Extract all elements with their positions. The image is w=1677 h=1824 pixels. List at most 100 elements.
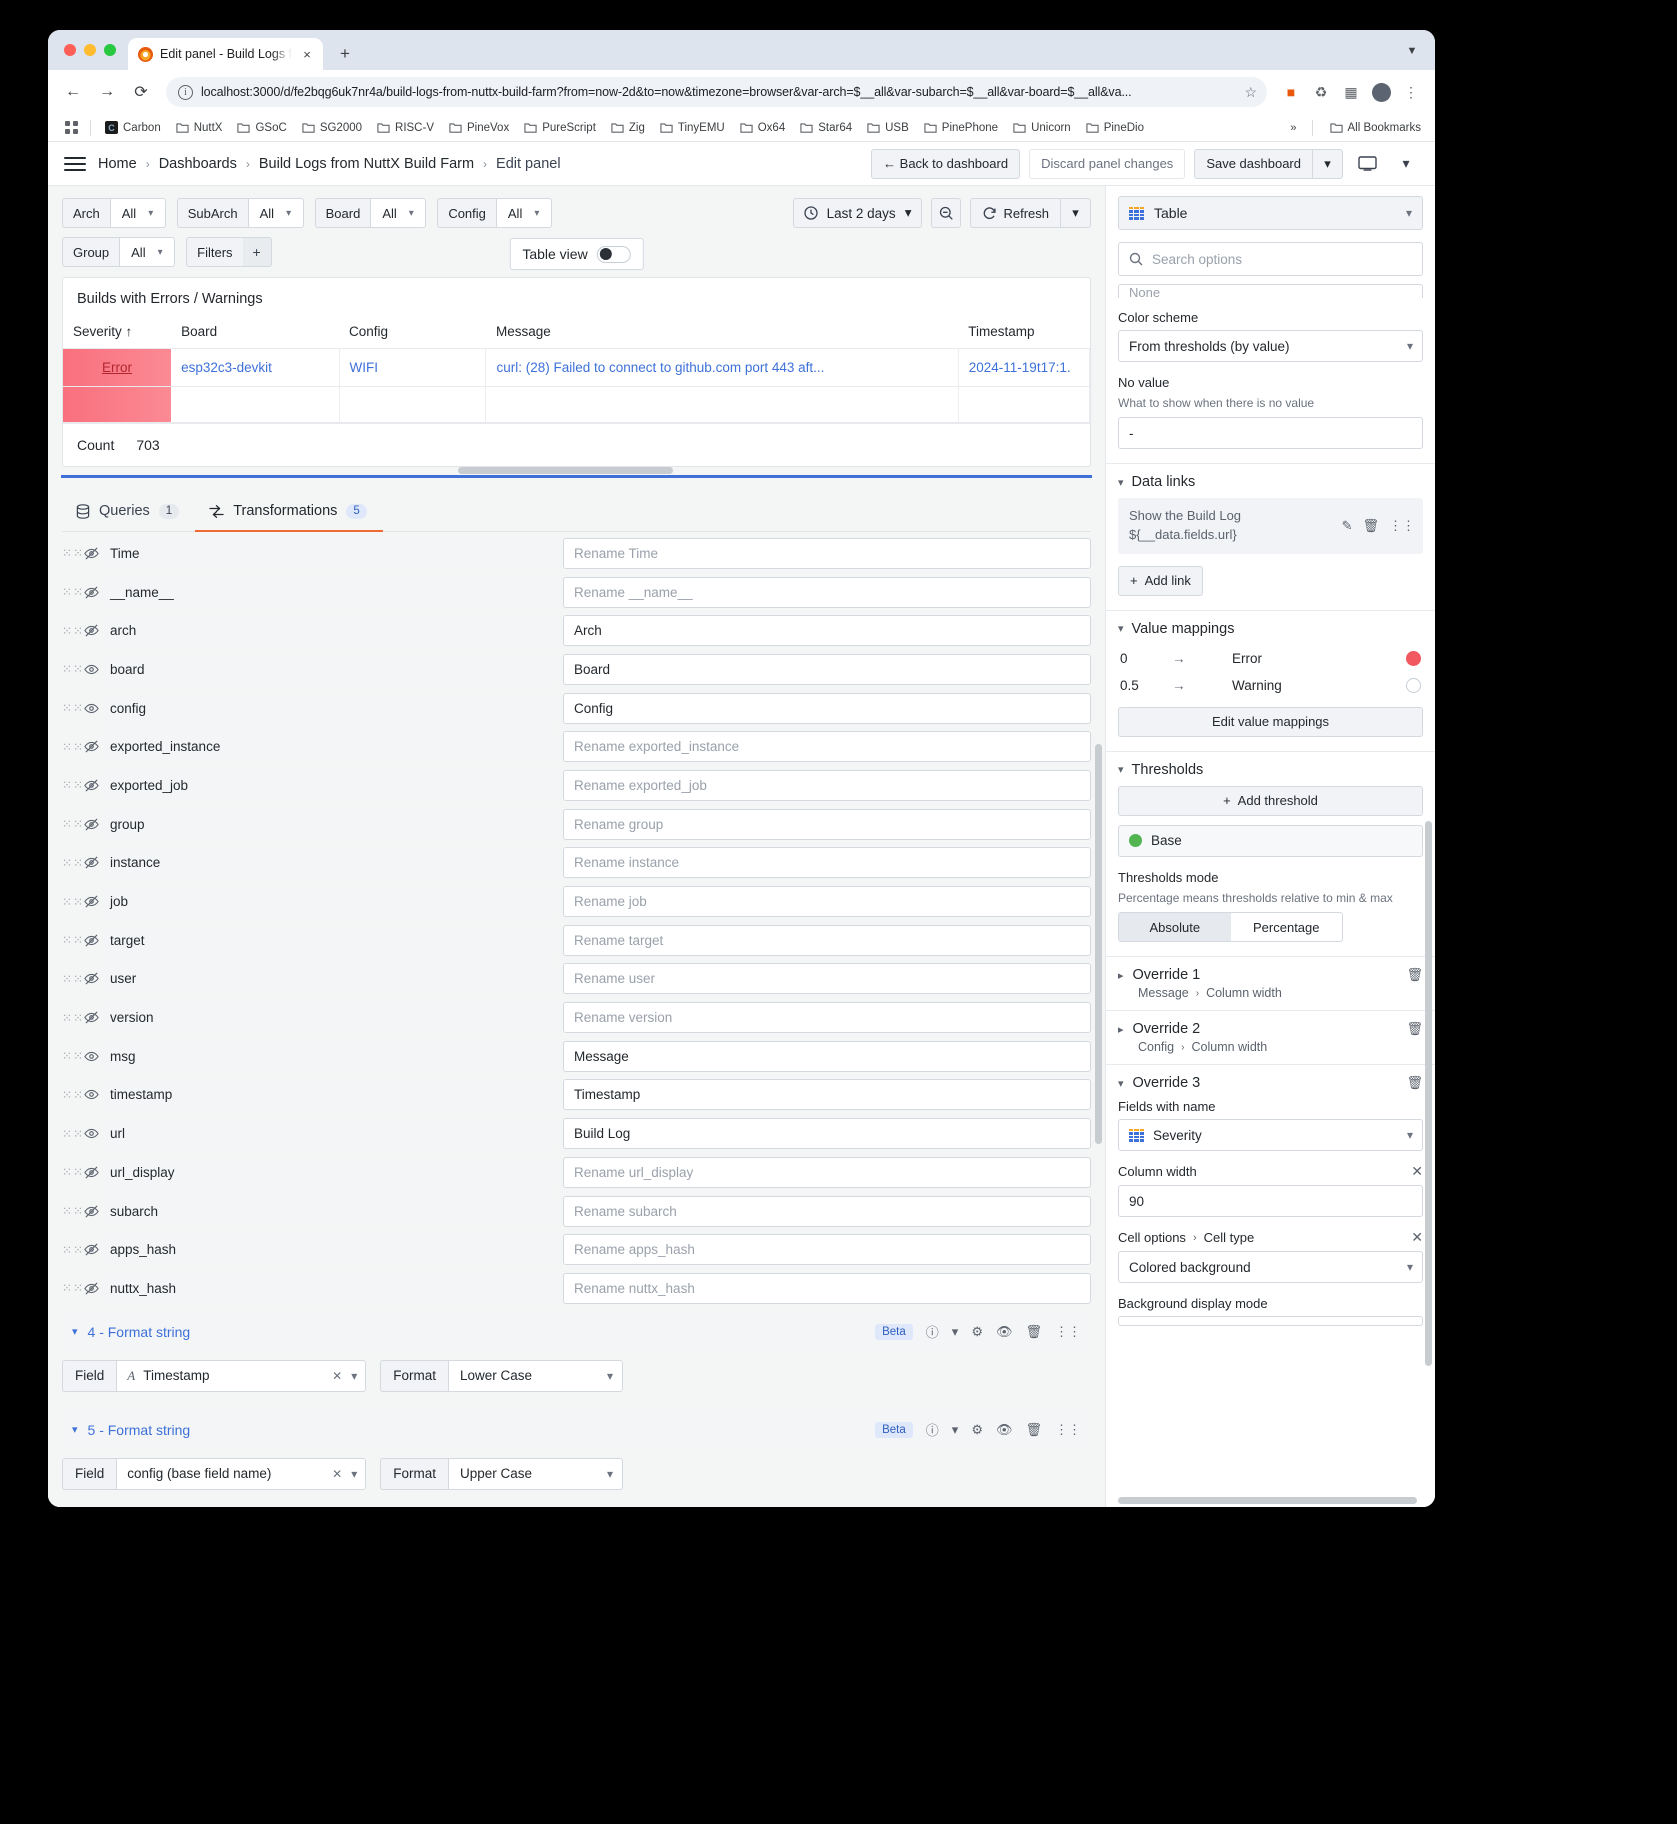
data-link-item[interactable]: Show the Build Log ${__data.fields.url} …	[1118, 498, 1423, 554]
field-rename-input[interactable]: Config	[563, 692, 1091, 724]
organize-field-row[interactable]: ⁙⁙ target Rename target	[48, 921, 1105, 960]
chevron-down-icon[interactable]: ▾	[1407, 339, 1413, 353]
organize-field-row[interactable]: ⁙⁙ Time Rename Time	[48, 534, 1105, 573]
apps-grid-icon[interactable]	[60, 117, 82, 139]
chevron-down-icon[interactable]: ▾	[1118, 763, 1124, 776]
drag-handle-icon[interactable]: ⋮⋮	[1055, 1324, 1081, 1340]
column-header-timestamp[interactable]: Timestamp	[958, 317, 1090, 349]
color-scheme-select[interactable]: From thresholds (by value) ▾	[1118, 330, 1423, 362]
drag-handle-icon[interactable]: ⁙⁙	[62, 1244, 84, 1256]
bookmark-item[interactable]: USB	[861, 119, 915, 136]
bookmark-item[interactable]: C Carbon	[99, 119, 167, 136]
field-rename-input[interactable]: Rename job	[563, 886, 1091, 918]
organize-field-row[interactable]: ⁙⁙ subarch Rename subarch	[48, 1192, 1105, 1231]
override-3-header[interactable]: ▾ Override 3 🗑	[1118, 1075, 1423, 1091]
chevron-down-icon[interactable]: ▾	[1118, 476, 1124, 489]
fields-with-name-select[interactable]: Severity ▾	[1118, 1119, 1423, 1152]
field-rename-input[interactable]: Rename exported_instance	[563, 731, 1091, 763]
address-bar[interactable]: i localhost:3000/d/fe2bqg6uk7nr4a/build-…	[166, 77, 1267, 107]
edit-icon[interactable]: ✎	[1342, 518, 1353, 534]
field-rename-input[interactable]: Arch	[563, 615, 1091, 647]
drag-handle-icon[interactable]: ⁙⁙	[62, 1089, 84, 1101]
organize-field-row[interactable]: ⁙⁙ instance Rename instance	[48, 844, 1105, 883]
cell-board[interactable]: esp32c3-devkit	[171, 348, 340, 387]
field-rename-input[interactable]: Rename url_display	[563, 1156, 1091, 1188]
panel-horizontal-scrollbar[interactable]	[63, 465, 1090, 475]
override-1-header[interactable]: ▸ Override 1 🗑	[1118, 967, 1423, 983]
transformation-header[interactable]: ▾ 4 - Format string Beta ⓘ ▾ ⚙ 👁 🗑 ⋮⋮	[62, 1313, 1091, 1350]
edit-value-mappings-button[interactable]: Edit value mappings	[1118, 706, 1423, 737]
transformations-scrollbar[interactable]	[1095, 744, 1102, 1144]
organize-field-row[interactable]: ⁙⁙ exported_instance Rename exported_insta…	[48, 727, 1105, 766]
transformation-header[interactable]: ▾ 5 - Format string Beta ⓘ ▾ ⚙ 👁 🗑 ⋮⋮	[62, 1411, 1091, 1448]
column-header-config[interactable]: Config	[339, 317, 486, 349]
thresholds-mode-absolute[interactable]: Absolute	[1119, 913, 1231, 942]
close-tab-icon[interactable]: ×	[299, 46, 315, 62]
chevron-down-icon[interactable]: ▾	[1407, 1260, 1413, 1274]
chevron-down-icon[interactable]: ▾	[593, 1369, 613, 1383]
visibility-icon[interactable]: 👁	[996, 1422, 1013, 1438]
clear-icon[interactable]: ✕	[332, 1467, 342, 1481]
table-view-switch[interactable]	[596, 245, 631, 263]
value-mapping-row[interactable]: 0.5 → Warning	[1118, 672, 1423, 699]
tab-queries[interactable]: Queries 1	[62, 493, 195, 531]
visibility-icon[interactable]: 👁	[996, 1324, 1013, 1340]
refresh-interval-chevron-icon[interactable]: ▾	[1061, 198, 1091, 228]
field-select[interactable]: config (base field name) ✕ ▾	[116, 1457, 367, 1490]
add-link-button[interactable]: + Add link	[1118, 565, 1203, 596]
organize-field-row[interactable]: ⁙⁙ version Rename version	[48, 998, 1105, 1037]
drag-handle-icon[interactable]: ⋮⋮	[1055, 1422, 1081, 1438]
chevron-down-icon[interactable]: ▾	[1406, 206, 1412, 220]
bookmarks-overflow-icon[interactable]: »	[1286, 122, 1300, 134]
tab-transformations[interactable]: Transformations 5	[195, 493, 383, 532]
back-icon[interactable]: ←	[58, 77, 88, 107]
field-rename-input[interactable]: Rename version	[563, 1002, 1091, 1034]
maximize-window-button[interactable]	[104, 44, 116, 56]
cell-message[interactable]: curl: (28) Failed to connect to github.c…	[485, 348, 959, 387]
drag-handle-icon[interactable]: ⁙⁙	[62, 1205, 84, 1217]
drag-handle-icon[interactable]: ⁙⁙	[62, 1050, 84, 1062]
chevron-down-icon[interactable]: ▾	[1118, 1077, 1124, 1090]
debug-icon[interactable]: ⚙	[971, 1422, 983, 1438]
bookmark-item[interactable]: Ox64	[734, 119, 792, 136]
filters-control[interactable]: Filters +	[186, 237, 272, 267]
bookmark-item[interactable]: Unicorn	[1007, 119, 1077, 136]
chevron-down-icon[interactable]: ▾	[1118, 622, 1124, 635]
variable-subarch[interactable]: SubArch All ▾	[176, 198, 304, 228]
bookmark-item[interactable]: GSoC	[231, 119, 292, 136]
organize-field-row[interactable]: ⁙⁙ arch Arch	[48, 611, 1105, 650]
variable-board[interactable]: Board All ▾	[314, 198, 427, 228]
format-select[interactable]: Lower Case ▾	[448, 1359, 624, 1392]
value-mapping-color-swatch[interactable]	[1406, 677, 1421, 693]
sync-icon[interactable]: ♻	[1307, 78, 1335, 106]
organize-field-row[interactable]: ⁙⁙ timestamp Timestamp	[48, 1076, 1105, 1115]
filter-icon[interactable]: ▾	[952, 1422, 959, 1438]
back-to-dashboard-button[interactable]: ← Back to dashboard	[871, 148, 1021, 179]
bookmark-item[interactable]: Star64	[794, 119, 858, 136]
field-rename-input[interactable]: Timestamp	[563, 1079, 1091, 1111]
remove-property-icon[interactable]: ✕	[1411, 1229, 1423, 1246]
field-rename-input[interactable]: Rename nuttx_hash	[563, 1272, 1091, 1304]
thresholds-mode-percentage[interactable]: Percentage	[1231, 913, 1343, 941]
transformations-scroll-area[interactable]: ⁙⁙ Time Rename Time ⁙⁙ __name__ Rename __name…	[48, 534, 1105, 1507]
tab-list-chevron-icon[interactable]: ▼	[1399, 38, 1425, 64]
delete-icon[interactable]: 🗑	[1025, 1324, 1042, 1340]
drag-handle-icon[interactable]: ⁙⁙	[62, 973, 84, 985]
field-select[interactable]: A Timestamp ✕ ▾	[116, 1359, 367, 1392]
organize-field-row[interactable]: ⁙⁙ msg Message	[48, 1037, 1105, 1076]
chevron-down-icon[interactable]: ▾	[351, 1467, 357, 1481]
more-options-chevron-icon[interactable]: ▾	[1391, 149, 1421, 179]
organize-field-row[interactable]: ⁙⁙ apps_hash Rename apps_hash	[48, 1230, 1105, 1269]
zoom-out-time-range-button[interactable]	[931, 198, 962, 228]
organize-field-row[interactable]: ⁙⁙ __name__ Rename __name__	[48, 573, 1105, 612]
table-view-toggle[interactable]: Table view	[509, 238, 644, 270]
bookmark-item[interactable]: NuttX	[170, 119, 229, 136]
search-options-input[interactable]: Search options	[1118, 242, 1423, 276]
add-filter-button[interactable]: +	[242, 237, 272, 267]
debug-icon[interactable]: ⚙	[971, 1324, 983, 1340]
options-scroll-area[interactable]: None Color scheme From thresholds (by va…	[1106, 276, 1435, 1507]
chevron-down-icon[interactable]: ▾	[593, 1467, 613, 1481]
bookmark-item[interactable]: TinyEMU	[654, 119, 731, 136]
panel-resize-handle[interactable]	[61, 475, 1092, 478]
drag-handle-icon[interactable]: ⁙⁙	[62, 547, 84, 559]
